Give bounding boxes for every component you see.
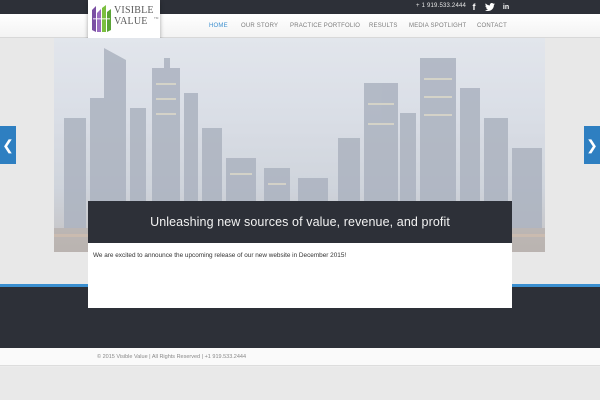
slider-next-button[interactable]: ❯ [584, 126, 600, 164]
header-phone: + 1 919.533.2444 [416, 3, 467, 9]
facebook-icon[interactable]: f [470, 1, 478, 13]
logo-line-1: VISIBLE [114, 5, 154, 16]
page: + 1 919.533.2444 f in HOME OUR STORY PRA… [0, 0, 600, 400]
panel-body: We are excited to announce the upcoming … [88, 243, 512, 308]
logo-mark-icon [92, 5, 111, 32]
footer-copyright: © 2015 Visible Value | All Rights Reserv… [97, 354, 247, 360]
chevron-right-icon: ❯ [586, 136, 598, 153]
nav-results[interactable]: RESULTS [369, 23, 398, 29]
nav-our-story[interactable]: OUR STORY [241, 23, 278, 29]
logo-wordmark: VISIBLE VALUE [114, 5, 154, 27]
slider-prev-button[interactable]: ❮ [0, 126, 16, 164]
chevron-left-icon: ❮ [2, 136, 14, 153]
announcement-text: We are excited to announce the upcoming … [93, 252, 347, 259]
logo-line-2: VALUE [114, 16, 148, 27]
nav-practice-portfolio[interactable]: PRACTICE PORTFOLIO [290, 23, 360, 29]
linkedin-icon[interactable]: in [501, 1, 511, 13]
nav-home[interactable]: HOME [209, 23, 228, 29]
logo[interactable]: VISIBLE VALUE TM [88, 0, 160, 38]
nav-contact[interactable]: CONTACT [477, 23, 507, 29]
panel-title: Unleashing new sources of value, revenue… [150, 215, 450, 229]
trademark-mark: TM [154, 16, 159, 20]
twitter-icon[interactable] [484, 1, 496, 13]
panel-header: Unleashing new sources of value, revenue… [88, 201, 512, 243]
page-bottom [0, 367, 600, 400]
footer: © 2015 Visible Value | All Rights Reserv… [0, 348, 600, 366]
nav-media-spotlight[interactable]: MEDIA SPOTLIGHT [409, 23, 466, 29]
